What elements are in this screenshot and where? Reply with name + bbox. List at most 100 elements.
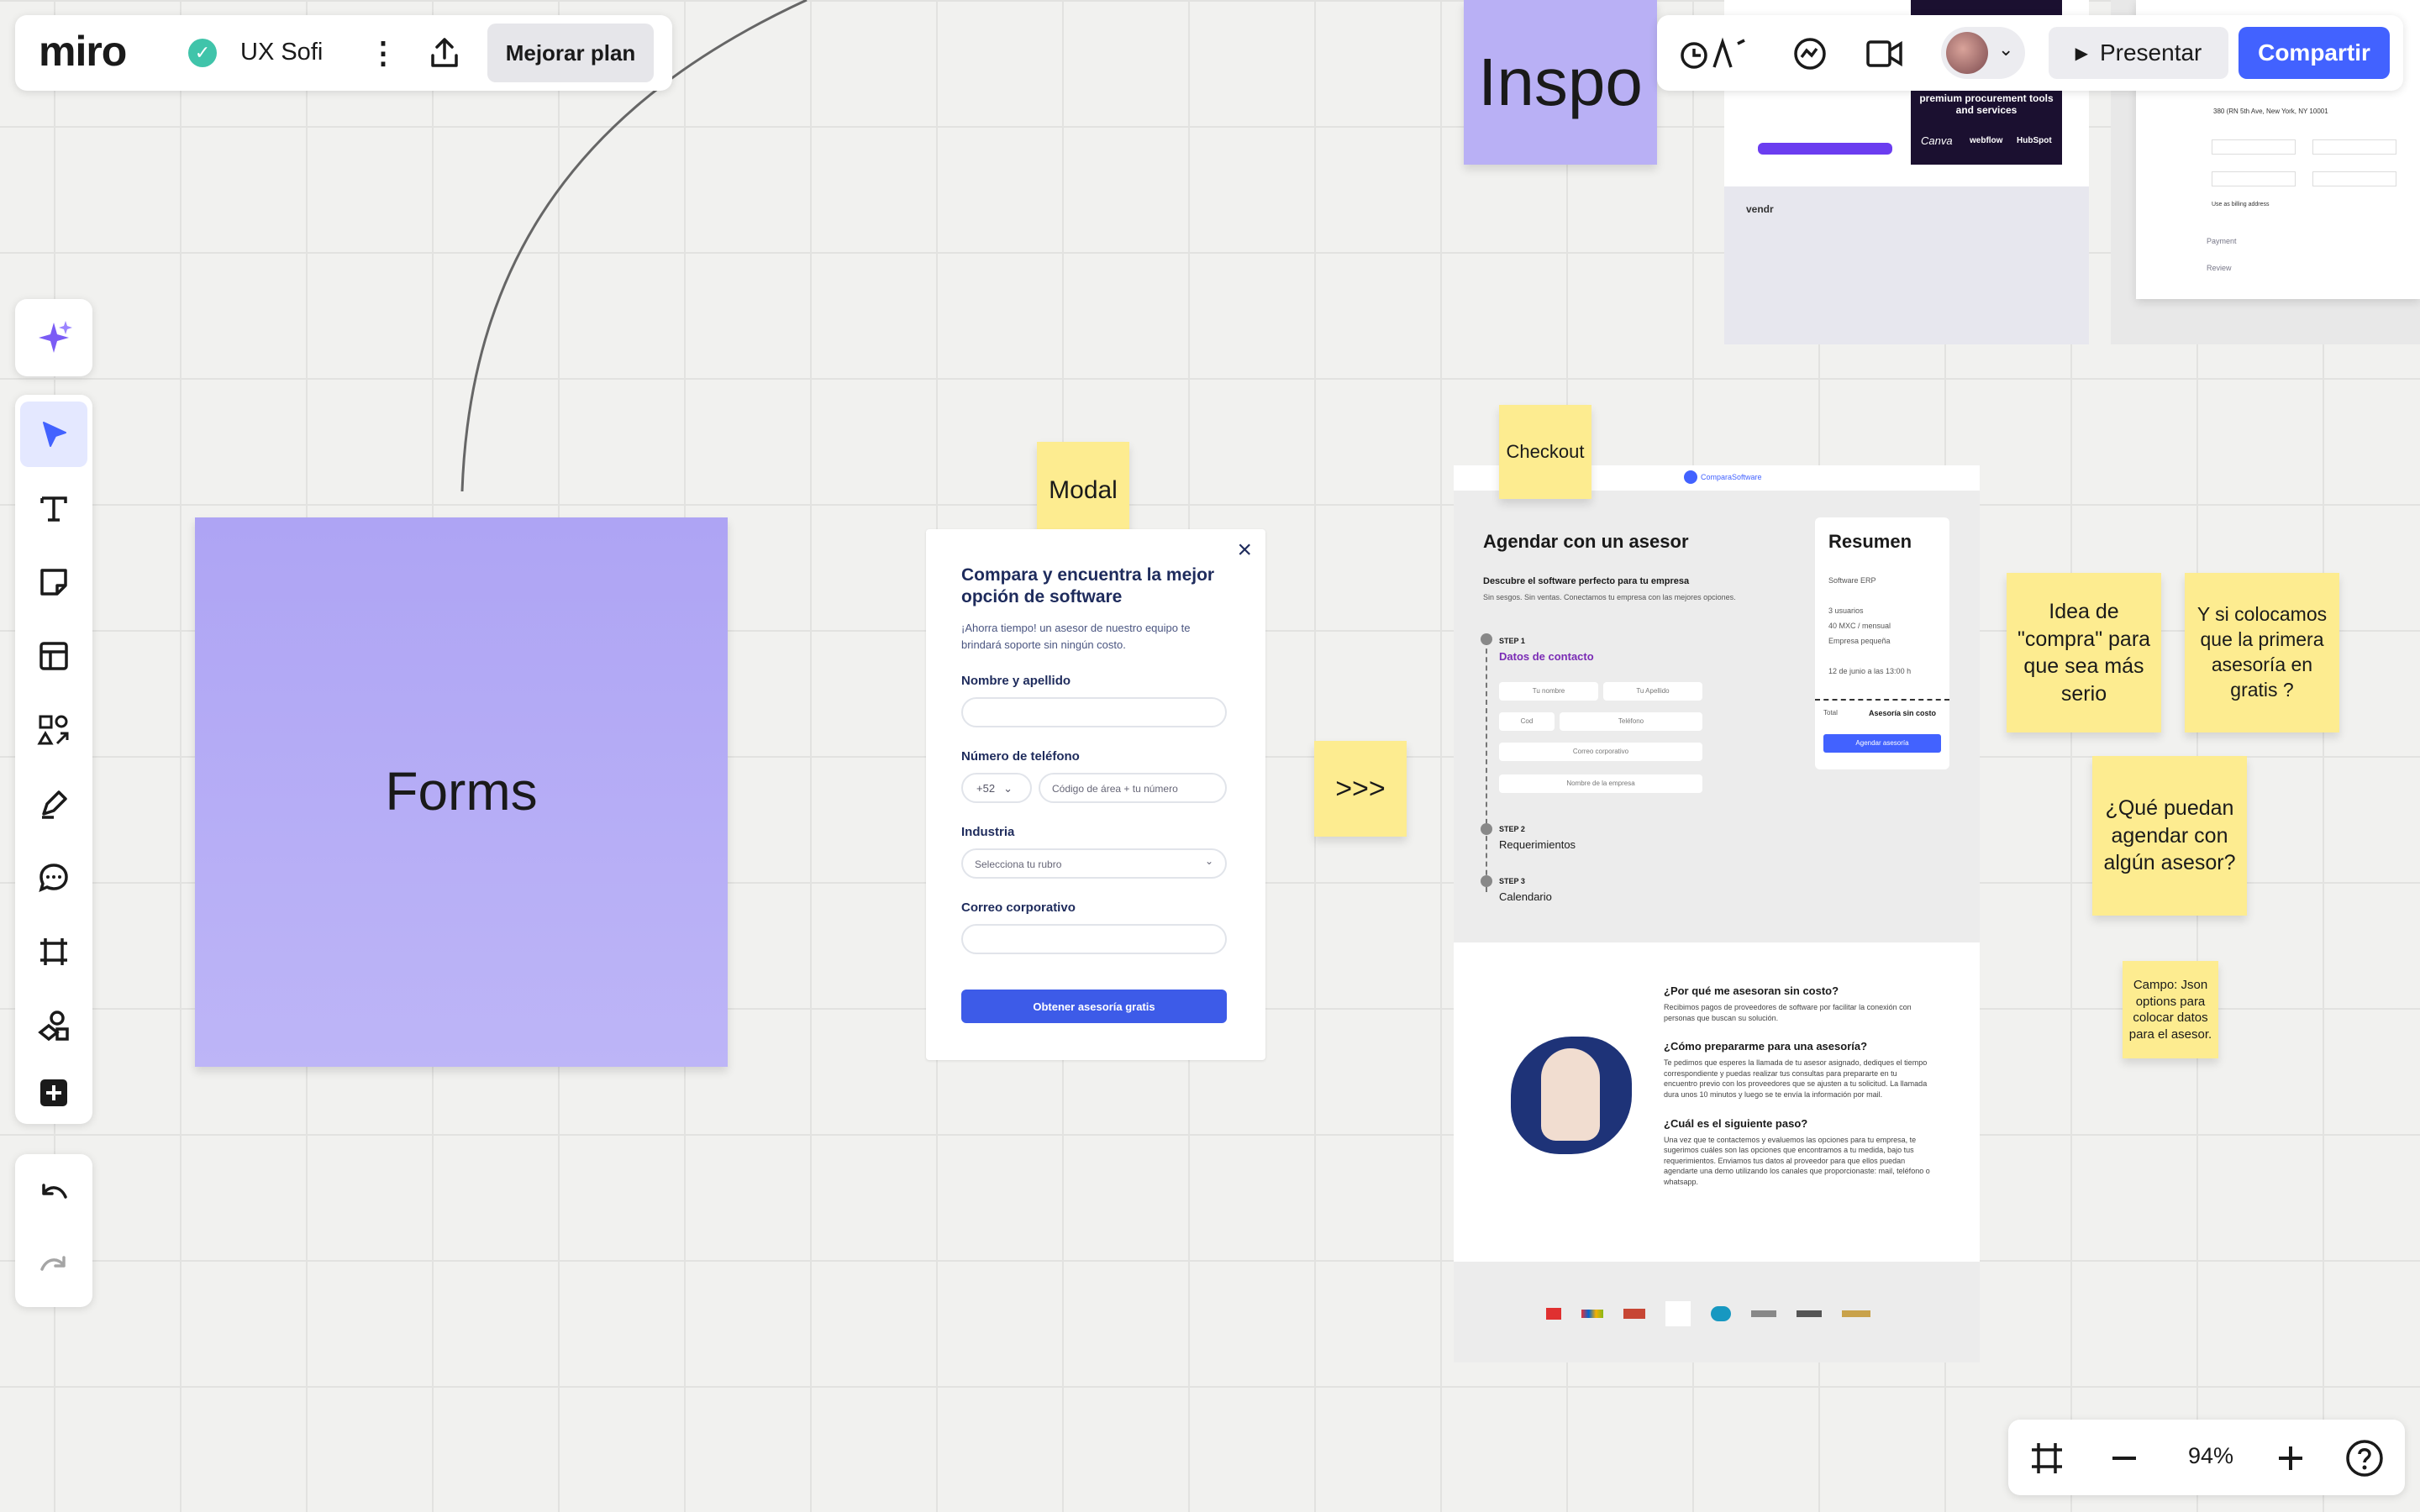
reactions-icon[interactable]: [1677, 35, 1748, 72]
inspo-address: 380 (RN 5th Ave, New York, NY 10001: [2213, 108, 2328, 115]
close-icon[interactable]: ×: [1237, 536, 1252, 564]
last-name-input[interactable]: Tu Apellido: [1603, 682, 1702, 701]
comment-tool[interactable]: [20, 845, 87, 911]
summary-divider: [1815, 699, 1949, 701]
collaborators-menu[interactable]: ⌄: [1941, 27, 2025, 79]
sticky-arrows[interactable]: >>>: [1314, 741, 1407, 837]
zoom-level[interactable]: 94%: [2173, 1443, 2249, 1469]
sticky-primera[interactable]: Y si colocamos que la primera asesoría e…: [2185, 573, 2339, 732]
faq-answer: Te pedimos que esperes la llamada de tu …: [1664, 1058, 1928, 1099]
step-dot: [1481, 875, 1492, 887]
sticky-checkout[interactable]: Checkout: [1499, 405, 1591, 499]
upgrade-button[interactable]: Mejorar plan: [487, 24, 654, 82]
miro-logo[interactable]: miro: [39, 30, 127, 72]
board-name[interactable]: UX Sofi: [240, 39, 323, 66]
email-label: Correo corporativo: [961, 900, 1076, 915]
sticky-modal[interactable]: Modal: [1037, 442, 1129, 538]
more-tools-button[interactable]: [20, 1067, 87, 1119]
first-name-input[interactable]: Tu nombre: [1499, 682, 1598, 701]
sticky-inspo-text: Inspo: [1478, 45, 1643, 119]
ai-assist-button[interactable]: [15, 299, 92, 376]
undo-button[interactable]: [20, 1163, 87, 1228]
logo-hubspot: HubSpot: [2017, 136, 2052, 145]
sticky-campo[interactable]: Campo: Json options para colocar datos p…: [2123, 961, 2218, 1058]
industry-select[interactable]: Selecciona tu rubro ⌄: [961, 848, 1227, 879]
step2-label: STEP 2: [1499, 825, 1525, 833]
undo-icon: [42, 1184, 67, 1199]
modal-form-frame[interactable]: × Compara y encuentra la mejor opción de…: [926, 529, 1265, 1060]
email-input[interactable]: [961, 924, 1227, 954]
step-dot: [1481, 823, 1492, 835]
present-label: Presentar: [2099, 39, 2202, 66]
zoom-out-icon[interactable]: [2106, 1440, 2143, 1477]
inspo-field: [2212, 139, 2296, 155]
frame-icon: [40, 938, 67, 965]
comment-icon: [39, 864, 68, 893]
diagram-tool[interactable]: [20, 993, 87, 1058]
partner-logo: [1842, 1310, 1870, 1317]
summary-card: Resumen Software ERP 3 usuarios 40 MXC /…: [1815, 517, 1949, 769]
step1-title: Datos de contacto: [1499, 650, 1594, 663]
inspo-review: Review: [2207, 264, 2232, 272]
sticky-idea-text: Idea de "compra" para que sea más serio: [2017, 600, 2151, 706]
shapes-tool[interactable]: [20, 697, 87, 763]
help-icon[interactable]: [2344, 1438, 2385, 1478]
text-tool[interactable]: [20, 475, 87, 541]
phone-field[interactable]: Teléfono: [1560, 712, 1702, 731]
redo-button[interactable]: [20, 1235, 87, 1300]
board-status-icon: ✓: [188, 39, 217, 67]
checkout-frame[interactable]: ComparaSoftware Agendar con un asesor De…: [1454, 465, 1980, 1362]
templates-tool[interactable]: [20, 623, 87, 689]
inspo-field: [2212, 171, 2296, 186]
cursor-icon: [43, 422, 66, 447]
sticky-note-tool[interactable]: [20, 549, 87, 615]
summary-total-value: Asesoría sin costo: [1869, 709, 1937, 717]
phone-prefix-select[interactable]: +52 ⌄: [961, 773, 1032, 803]
fit-to-screen-icon[interactable]: [2028, 1440, 2065, 1477]
step1-label: STEP 1: [1499, 637, 1525, 645]
more-options-icon[interactable]: ⋮: [368, 32, 398, 74]
video-icon[interactable]: [1865, 37, 1904, 71]
faq-answer: Una vez que te contactemos y evaluemos l…: [1664, 1135, 1930, 1186]
chat-icon[interactable]: [1791, 35, 1828, 72]
inspo-field: [2312, 171, 2396, 186]
sticky-checkout-text: Checkout: [1506, 440, 1585, 462]
pen-tool[interactable]: [20, 771, 87, 837]
share-button[interactable]: Compartir: [2238, 27, 2390, 79]
sticky-inspo[interactable]: Inspo: [1464, 0, 1657, 165]
logo-canva: Canva: [1921, 134, 1953, 147]
sticky-agendar[interactable]: ¿Qué puedan agendar con algún asesor?: [2092, 756, 2247, 916]
present-button[interactable]: ▶ Presentar: [2049, 27, 2228, 79]
zoom-in-icon[interactable]: [2272, 1440, 2309, 1477]
step3-label: STEP 3: [1499, 877, 1525, 885]
logo-webflow: webflow: [1970, 136, 2003, 145]
inspo-billing: Use as billing address: [2212, 202, 2270, 207]
diagram-icon: [38, 1011, 69, 1042]
submit-button[interactable]: Obtener asesoría gratis: [961, 990, 1227, 1023]
sparkle-icon: [39, 321, 72, 353]
email-field[interactable]: Correo corporativo: [1499, 743, 1702, 761]
export-icon[interactable]: [427, 35, 462, 71]
collab-toolbar: ⌄ ▶ Presentar Compartir: [1657, 15, 2403, 91]
faq-question: ¿Por qué me asesoran sin costo?: [1664, 984, 1839, 997]
code-input[interactable]: Cod: [1499, 712, 1555, 731]
pen-icon: [42, 790, 67, 819]
company-field[interactable]: Nombre de la empresa: [1499, 774, 1702, 793]
checkout-subtitle: Descubre el software perfecto para tu em…: [1483, 576, 1690, 586]
summary-line: 40 MXC / mensual: [1828, 622, 1891, 630]
name-input[interactable]: [961, 697, 1227, 727]
frame-tool[interactable]: [20, 919, 87, 984]
phone-input[interactable]: Código de área + tu número: [1039, 773, 1227, 803]
step2-title: Requerimientos: [1499, 838, 1576, 851]
sticky-modal-text: Modal: [1049, 475, 1118, 504]
phone-prefix-text: +52: [976, 782, 996, 795]
sticky-idea[interactable]: Idea de "compra" para que sea más serio: [2007, 573, 2161, 732]
sticky-forms[interactable]: Forms: [195, 517, 728, 1067]
summary-line: Empresa pequeña: [1828, 637, 1891, 645]
schedule-button[interactable]: Agendar asesoría: [1823, 734, 1941, 753]
select-tool[interactable]: [20, 402, 87, 467]
phone-label: Número de teléfono: [961, 749, 1080, 764]
modal-subtitle: ¡Ahorra tiempo! un asesor de nuestro equ…: [961, 622, 1191, 651]
partner-logos: [1546, 1301, 1882, 1326]
stepper-line: [1486, 640, 1487, 892]
